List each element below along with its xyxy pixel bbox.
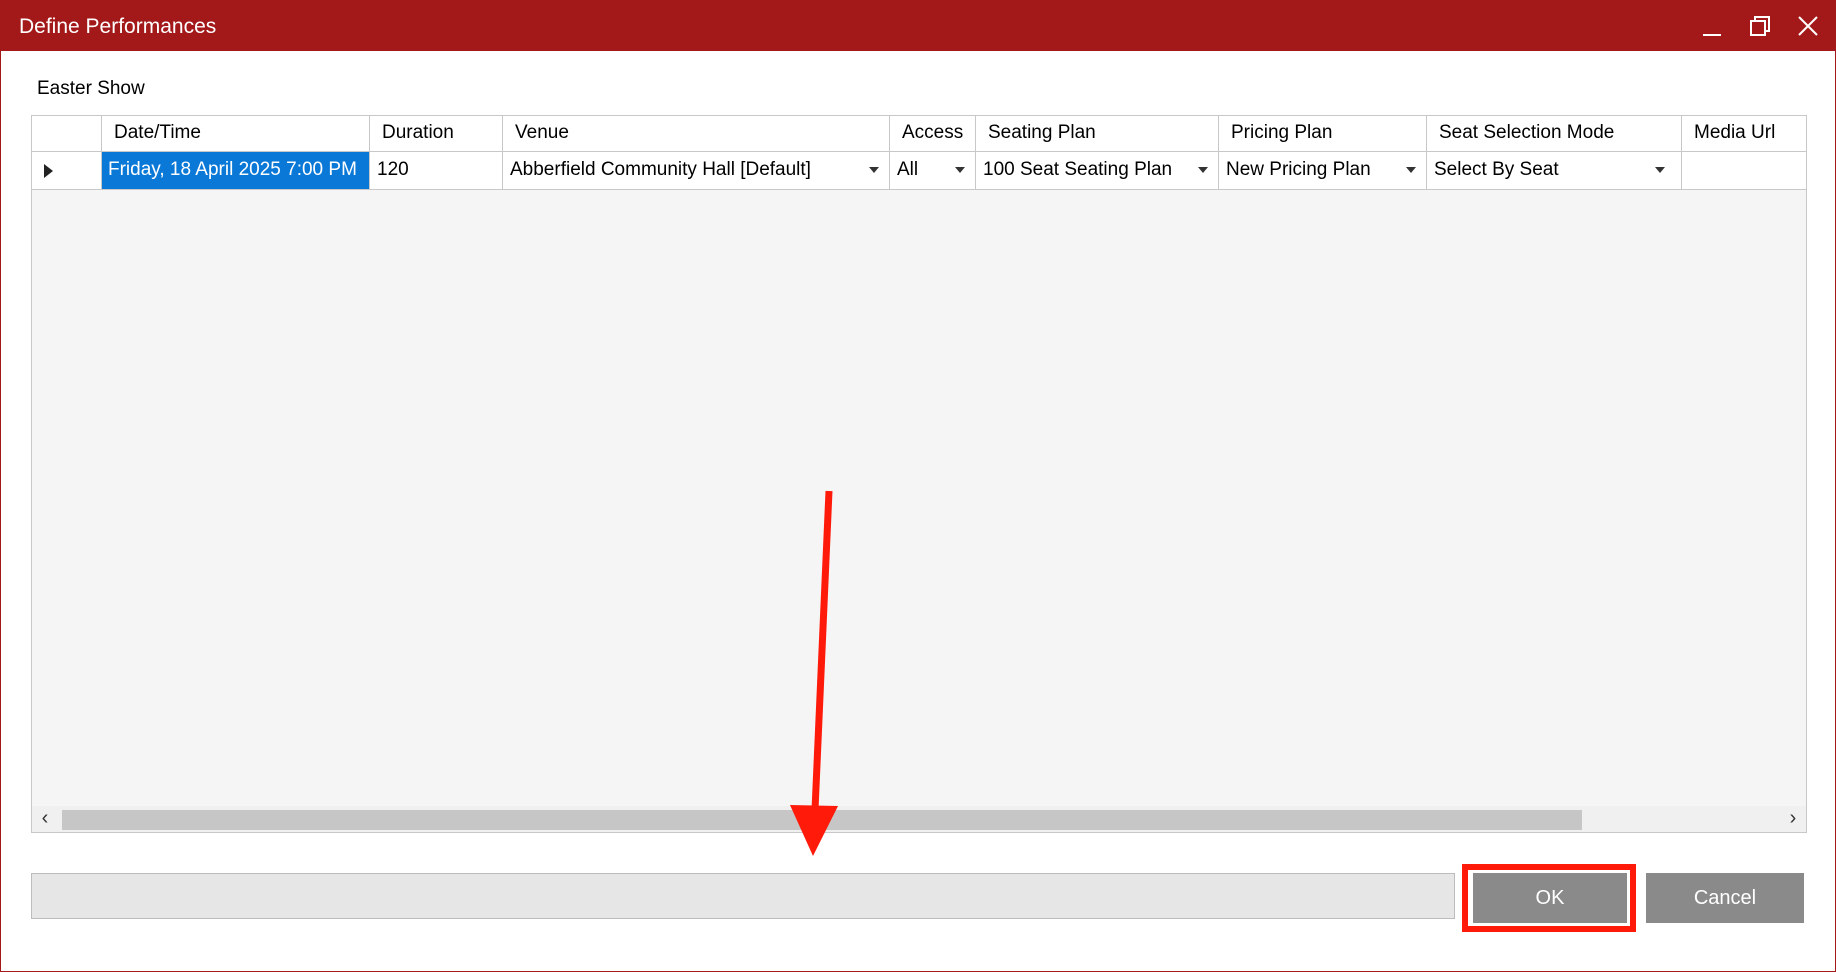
- annotation-arrow-icon: [790, 490, 838, 856]
